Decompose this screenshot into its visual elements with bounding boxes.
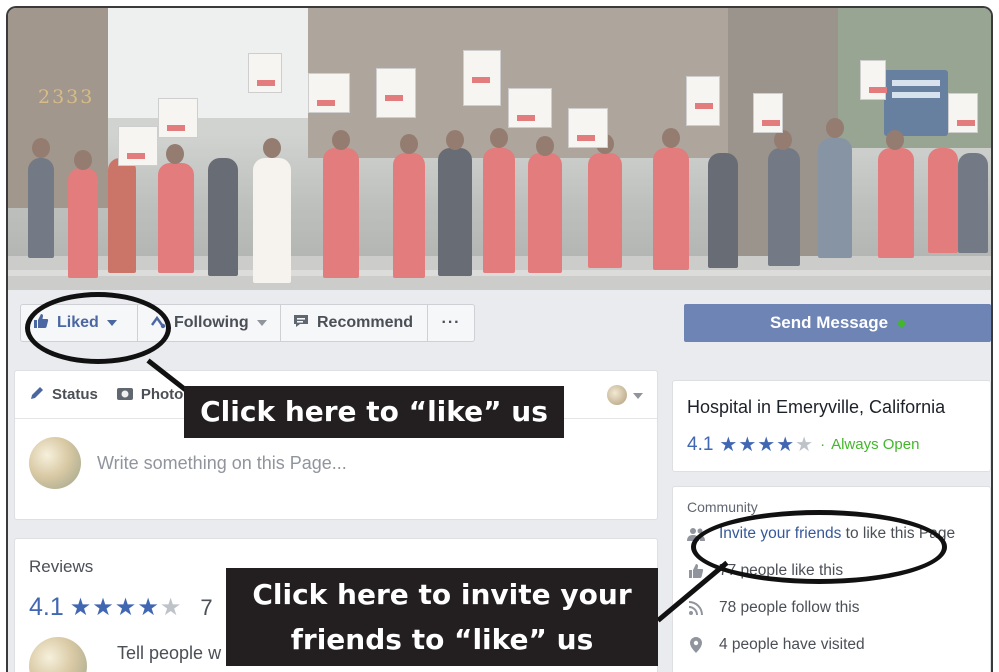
send-message-label: Send Message [769,313,889,332]
star-rating-icon: ★★★★★ [69,594,183,621]
send-message-button[interactable]: Send Message [684,304,991,342]
invite-link-highlight-ring [691,510,947,584]
pencil-icon [29,385,45,405]
rating-separator: · [820,436,826,453]
like-button-highlight-ring [25,292,171,364]
cover-photo[interactable]: 2333 [8,8,991,290]
facebook-page-screenshot: 2333 Liked Following Recommend ··· Send … [6,6,993,672]
invite-instruction-callout: Click here to invite your friends to “li… [226,568,658,666]
like-instruction-callout: Click here to “like” us [184,386,564,438]
page-category[interactable]: Hospital in Emeryville, California [687,397,976,418]
reviewer-avatar [29,637,87,672]
chevron-down-icon[interactable] [633,393,643,399]
reviews-rating-value: 4.1 [29,593,64,621]
camera-icon [116,385,134,405]
tab-status[interactable]: Status [29,385,98,405]
thumbs-up-icon [687,562,705,580]
reviews-count: 7 [200,594,213,620]
community-row-follows[interactable]: 78 people follow this [687,589,976,626]
acting-as-avatar[interactable] [607,385,627,405]
invite-callout-line-1: Click here to invite your [252,578,632,611]
page-avatar [29,437,81,489]
review-prompt[interactable]: Tell people w [117,643,221,664]
page-rating-value: 4.1 [687,433,714,455]
tab-photo[interactable]: Photo [116,385,184,405]
tab-status-label: Status [52,386,98,403]
chevron-down-icon [256,320,267,326]
follows-count-text: 78 people follow this [719,598,860,616]
tab-photo-label: Photo [140,386,184,403]
page-rating[interactable]: 4.1 ★★★★★ · Always Open [687,432,976,457]
page-info-card: Hospital in Emeryville, California 4.1 ★… [672,380,991,472]
star-rating-icon: ★★★★★ [719,434,815,456]
reviews-rating[interactable]: 4.1 ★★★★★ 7 [29,593,213,622]
reviews-heading: Reviews [29,557,94,576]
online-status-dot [898,319,906,327]
visits-count-text: 4 people have visited [719,635,865,653]
location-pin-icon [687,636,705,654]
recommend-label: Recommend [317,314,414,331]
community-row-visits[interactable]: 4 people have visited [687,626,976,663]
more-options-button[interactable]: ··· [427,304,475,342]
hours-status: Always Open [831,436,920,453]
composer-placeholder[interactable]: Write something on this Page... [97,453,347,474]
recommend-button[interactable]: Recommend [280,304,428,342]
cover-fade-overlay [8,8,991,290]
rss-icon [687,599,705,617]
invite-callout-line-2: friends to “like” us [290,623,594,656]
following-label: Following [174,314,249,331]
speech-bubble-icon [293,313,309,334]
more-label: ··· [441,314,461,331]
